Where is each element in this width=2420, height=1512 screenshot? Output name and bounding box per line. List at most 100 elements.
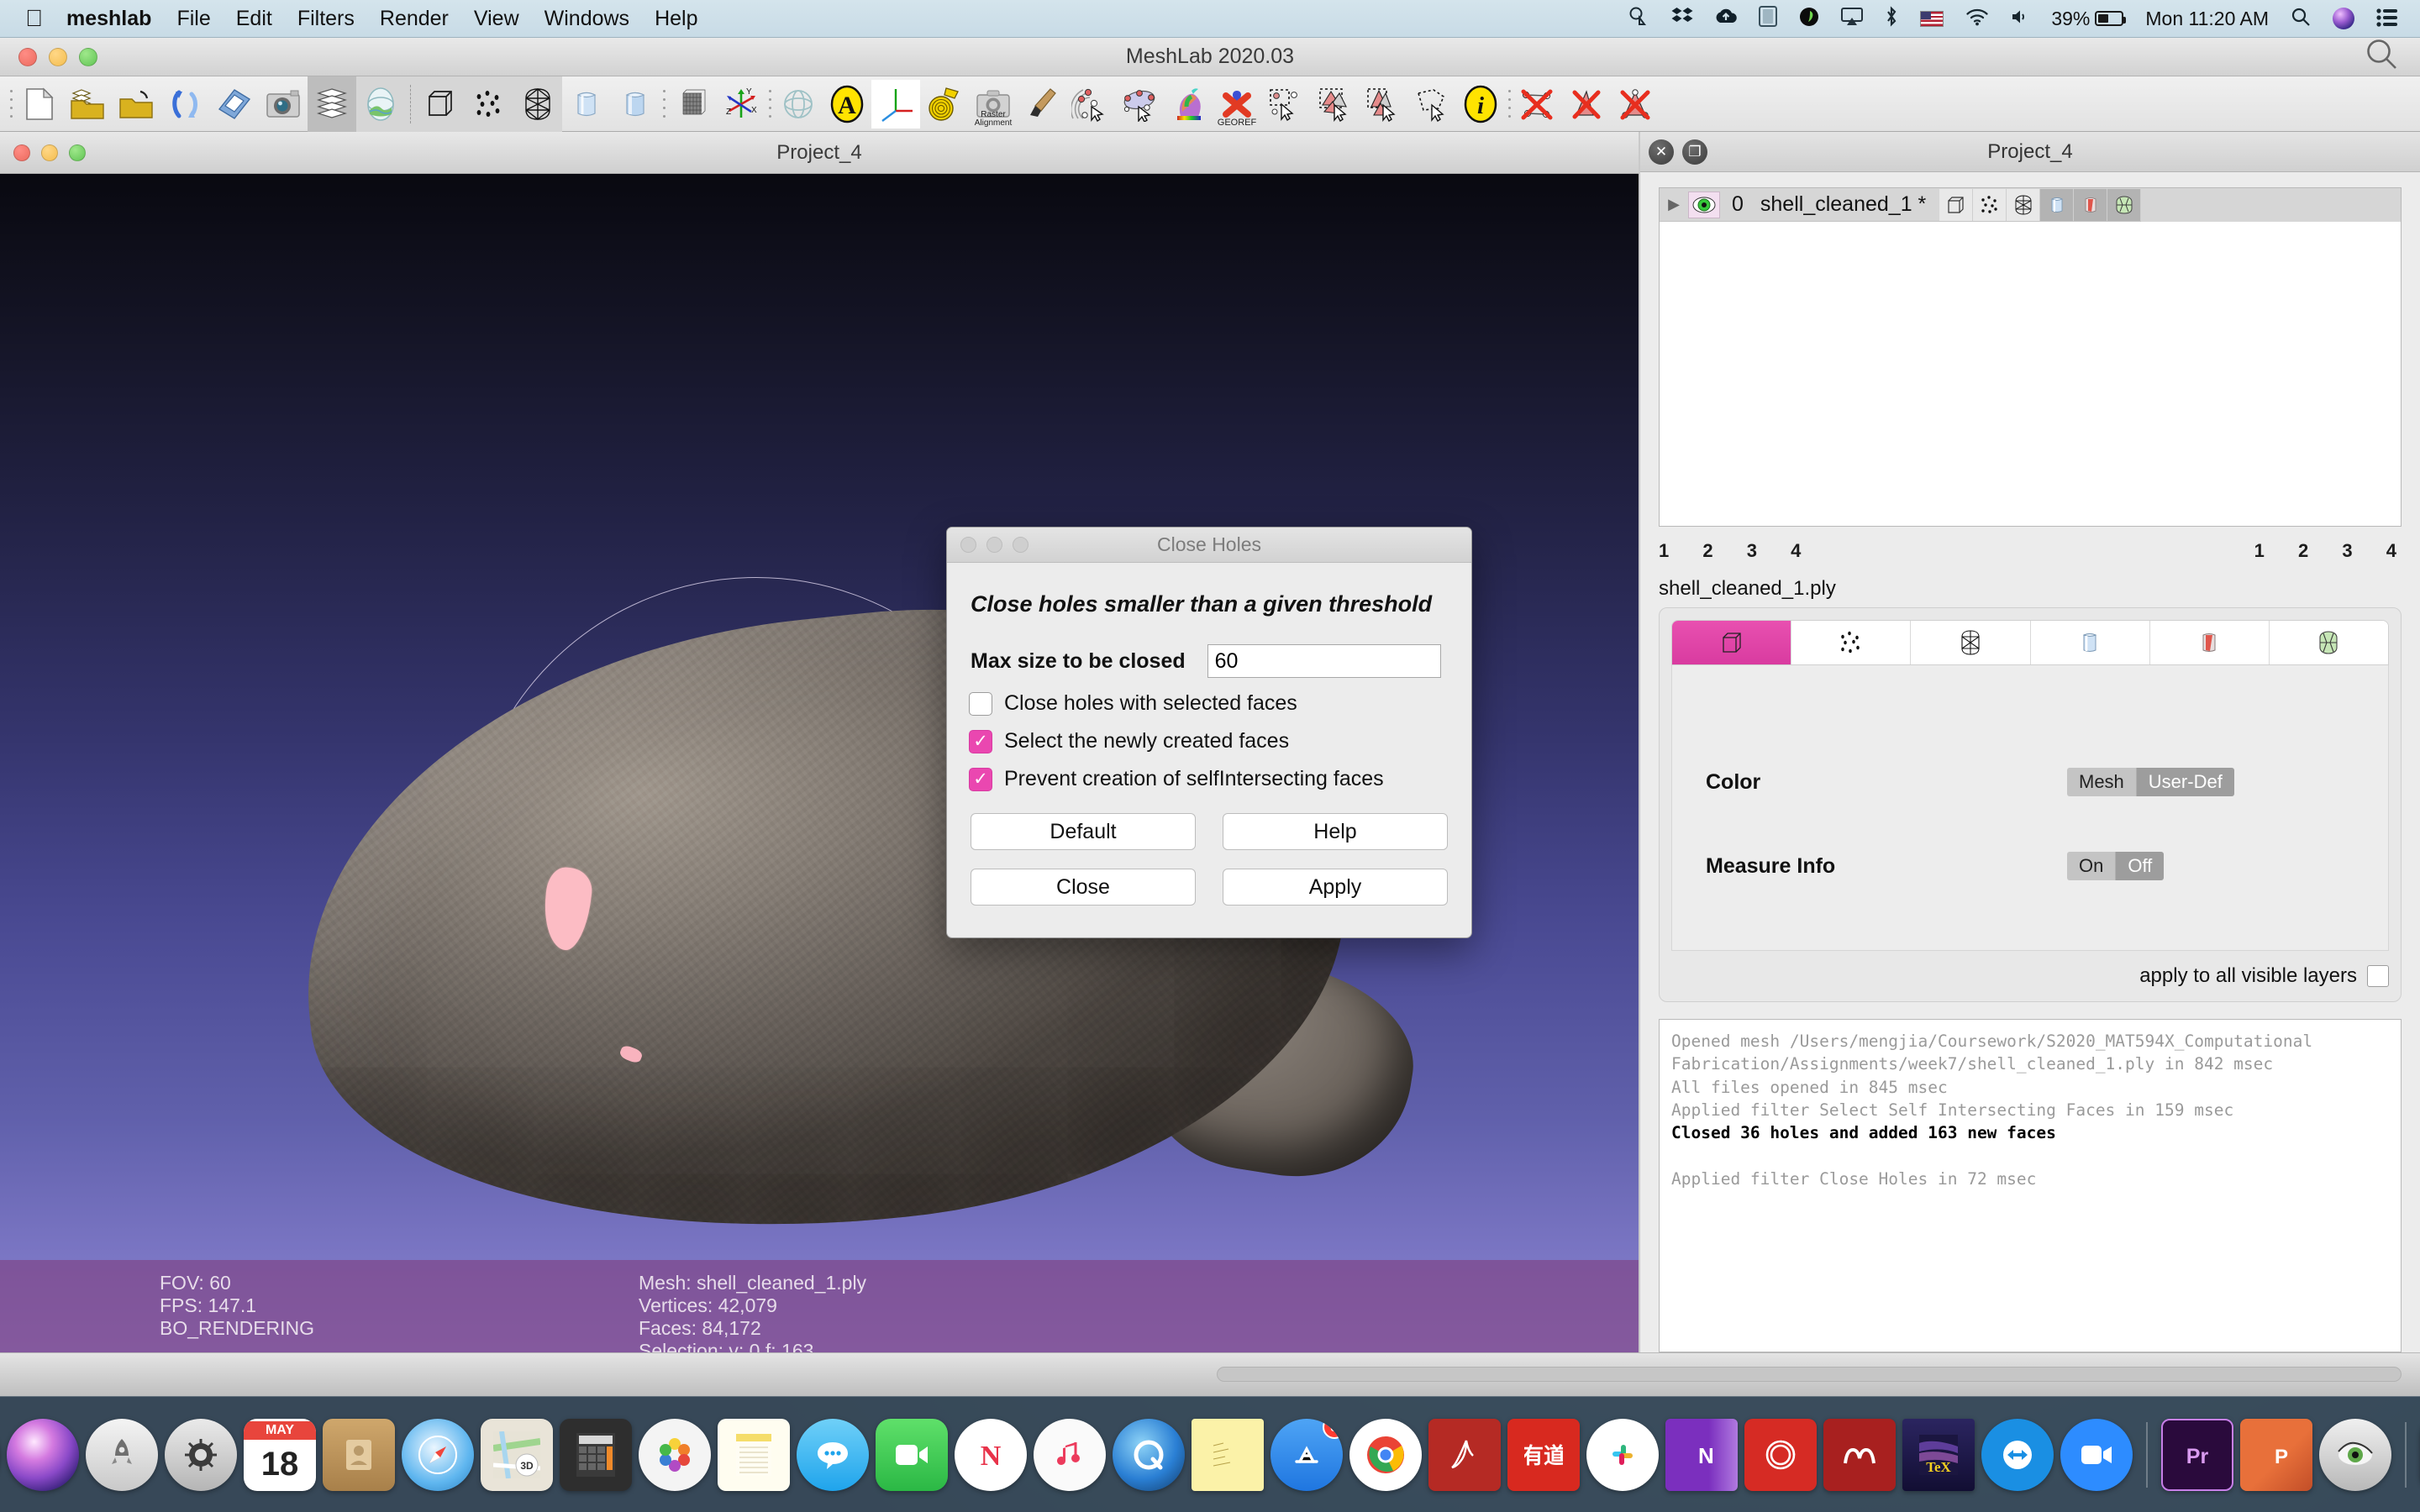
grid-stack-icon[interactable] [668,80,717,129]
control-center-icon[interactable] [2376,8,2398,29]
layer-list[interactable]: ▶ 0 shell_cleaned_1 * [1659,187,2402,527]
help-button[interactable]: Help [1223,813,1448,850]
bluetooth-icon[interactable] [1885,6,1898,32]
color-option-user-def[interactable]: User-Def [2137,768,2234,796]
layer-row[interactable]: ▶ 0 shell_cleaned_1 * [1660,188,2401,222]
page-number-l4[interactable]: 4 [1791,540,1801,561]
menu-item-view[interactable]: View [474,7,519,31]
close-button[interactable]: Close [971,869,1196,906]
wireframe-icon[interactable] [513,80,562,129]
layer-bounding-box-icon[interactable] [1939,189,1973,221]
checkbox-row-select-new-faces[interactable]: ✓ Select the newly created faces [969,729,1471,753]
dock-calendar[interactable]: MAY 18 [244,1419,316,1491]
dock-powerpoint[interactable]: P [2240,1419,2312,1491]
page-number-l2[interactable]: 2 [1702,540,1712,561]
select-vertex-icon[interactable] [1261,80,1310,129]
eye-icon[interactable] [1688,192,1720,218]
tab-wireframe[interactable] [1911,621,2030,664]
dock-mendeley[interactable] [1823,1419,1896,1491]
dock-creative-cloud[interactable] [1744,1419,1817,1491]
dock-launchpad[interactable] [86,1419,158,1491]
axis-origin-icon[interactable] [871,80,920,129]
dock-teamviewer[interactable] [1981,1419,2054,1491]
dock-premiere[interactable]: Pr [2161,1419,2233,1491]
menu-app-name[interactable]: meshlab [66,7,151,31]
sphere-icon[interactable] [774,80,823,129]
siri-icon[interactable] [2333,8,2354,29]
layer-wireframe-icon[interactable] [2007,189,2040,221]
checkbox-row-prevent-selfintersect[interactable]: ✓ Prevent creation of selfIntersecting f… [969,767,1471,791]
page-number-l1[interactable]: 1 [1659,540,1669,561]
menu-item-help[interactable]: Help [655,7,697,31]
text-a-icon[interactable]: A [823,80,871,129]
snapshot-icon[interactable] [259,80,308,129]
delete-faces-icon[interactable] [1562,80,1611,129]
georef-icon[interactable]: GEOREF [1213,80,1261,129]
toolbar-grip-4[interactable] [1505,85,1513,123]
tab-face-color[interactable] [2270,621,2388,664]
apple-menu-icon[interactable]:  [25,7,43,30]
pick-points-icon[interactable] [1066,80,1115,129]
dock-texshop[interactable]: TeX [1902,1419,1975,1491]
dock-news[interactable]: N [955,1419,1027,1491]
tab-points[interactable] [1791,621,1911,664]
layer-smooth-icon[interactable] [2074,189,2107,221]
checkbox-row-selected-faces[interactable]: Close holes with selected faces [969,691,1471,716]
spotlight-search-icon[interactable] [2291,7,2311,31]
color-option-mesh[interactable]: Mesh [2067,768,2137,796]
dock-app-store[interactable]: 8 [1270,1419,1343,1491]
dock-slack[interactable] [1586,1419,1659,1491]
dock-acrobat[interactable] [1428,1419,1501,1491]
dock-photos[interactable] [639,1419,711,1491]
select-faces-icon[interactable] [1310,80,1359,129]
checkbox-prevent-selfintersecting-faces[interactable]: ✓ [969,768,992,791]
align-tool-icon[interactable] [1115,80,1164,129]
checkbox-select-newly-created-faces[interactable]: ✓ [969,730,992,753]
dock-stickies[interactable] [1192,1419,1264,1491]
quality-mapper-icon[interactable] [1164,80,1213,129]
menubar-clock[interactable]: Mon 11:20 AM [2145,8,2269,30]
page-number-r3[interactable]: 3 [2342,540,2352,561]
dock-music[interactable] [1034,1419,1106,1491]
dropbox-icon[interactable] [1671,7,1693,31]
dock-eye-app[interactable] [2319,1419,2391,1491]
dock-zoom[interactable] [2060,1419,2133,1491]
delete-vertices-icon[interactable] [1513,80,1562,129]
layer-flat-icon[interactable] [2040,189,2074,221]
raster-alignment-icon[interactable]: RasterAlignment [969,80,1018,129]
display-icon[interactable] [1759,6,1777,31]
page-number-l3[interactable]: 3 [1747,540,1757,561]
default-button[interactable]: Default [971,813,1196,850]
airplay-icon[interactable] [1841,8,1863,30]
color-source-segmented-control[interactable]: Mesh User-Def [2067,768,2234,796]
open-project-icon[interactable] [64,80,113,129]
tab-flat[interactable] [2031,621,2150,664]
dock-safari[interactable] [402,1419,474,1491]
save-icon[interactable] [210,80,259,129]
dock-maps[interactable]: 3D [481,1419,553,1491]
dock-facetime[interactable] [876,1419,948,1491]
tab-bounding-box[interactable] [1672,621,1791,664]
measure-info-option-off[interactable]: Off [2116,852,2164,880]
volume-icon[interactable] [2011,8,2029,30]
select-lasso-icon[interactable] [1407,80,1456,129]
log-console[interactable]: Opened mesh /Users/mengjia/Coursework/S2… [1659,1019,2402,1352]
backup-upload-icon[interactable] [1715,8,1737,30]
battery-status[interactable]: 39% [2051,8,2123,30]
horizontal-scrollbar[interactable] [1217,1367,2402,1382]
page-number-r4[interactable]: 4 [2386,540,2396,561]
menu-item-file[interactable]: File [176,7,210,31]
layers-icon[interactable] [308,80,356,129]
dock-messages[interactable] [797,1419,869,1491]
paint-brush-icon[interactable] [1018,80,1066,129]
disclosure-triangle-icon[interactable]: ▶ [1660,196,1688,213]
measure-tape-icon[interactable] [920,80,969,129]
points-icon[interactable] [465,80,513,129]
measure-info-option-on[interactable]: On [2067,852,2116,880]
dock-siri[interactable] [7,1419,79,1491]
evernote-icon[interactable] [1799,7,1819,31]
max-size-input[interactable] [1207,644,1441,678]
toolbar-grip-2[interactable] [660,85,668,123]
dock-youdao[interactable]: 有道 [1507,1419,1580,1491]
layer-face-color-icon[interactable] [2107,189,2141,221]
